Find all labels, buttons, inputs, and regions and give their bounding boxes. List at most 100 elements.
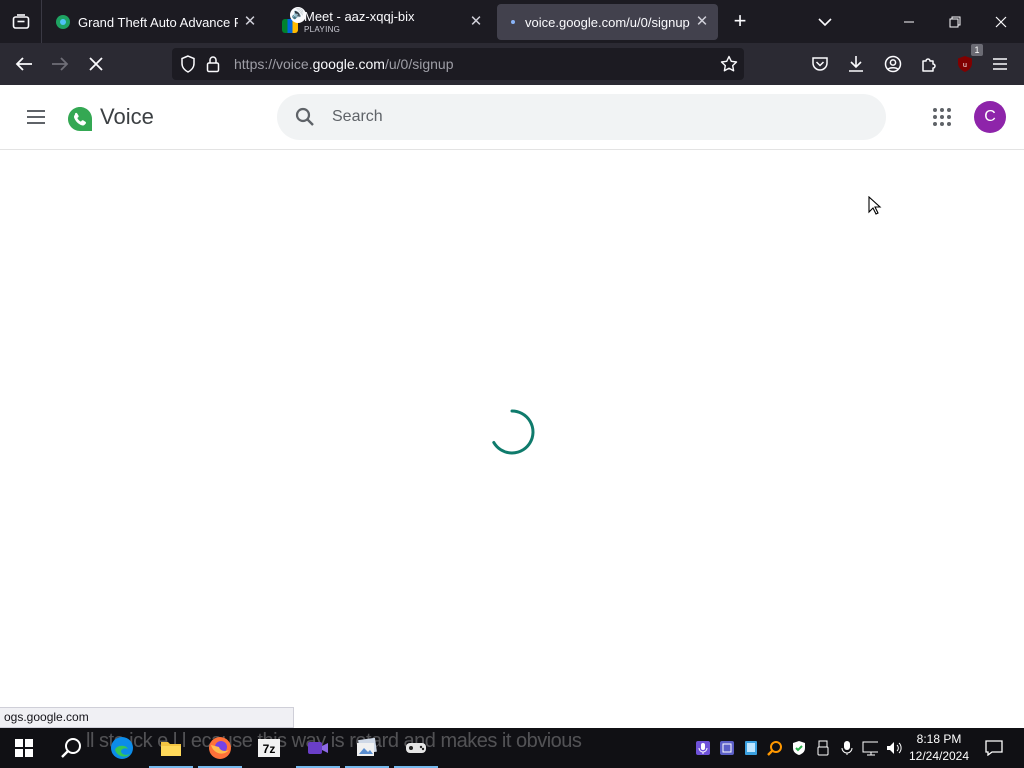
notifications-button[interactable]: [970, 728, 1018, 768]
hamburger-menu-icon: [993, 58, 1007, 70]
arrow-right-icon: [52, 57, 69, 71]
close-tab-icon[interactable]: ✕: [468, 14, 484, 30]
voice-app-header: Voice C: [0, 85, 1024, 150]
ublock-extension-button[interactable]: u 1: [953, 44, 983, 76]
taskbar-image-app[interactable]: [343, 728, 391, 768]
search-bar[interactable]: [277, 94, 886, 140]
search-input[interactable]: [332, 94, 852, 140]
clock-time: 8:18 PM: [916, 732, 962, 746]
chevron-down-icon: [818, 18, 832, 27]
tray-mic-app-icon[interactable]: [695, 739, 711, 757]
tray-tablet-icon[interactable]: [743, 739, 759, 757]
taskbar-edge[interactable]: [98, 728, 146, 768]
tab-title: Grand Theft Auto Advance ROM: [78, 14, 238, 30]
meet-favicon-icon: 🔊: [282, 7, 306, 37]
extension-badge-count: 1: [971, 44, 983, 56]
lock-icon[interactable]: [206, 55, 220, 78]
apps-grid-icon: [933, 108, 951, 126]
downloads-button[interactable]: [844, 52, 868, 76]
windows-logo-icon: [15, 739, 33, 757]
stop-loading-button[interactable]: [84, 52, 108, 76]
stop-icon: [89, 57, 103, 71]
close-tab-icon[interactable]: ✕: [694, 14, 710, 30]
gamepad-icon: [406, 743, 426, 753]
close-window-button[interactable]: [978, 0, 1024, 43]
tray-security-shield-icon[interactable]: [791, 739, 807, 757]
windows-taskbar: ll sto ick e l l ecause this way is reta…: [0, 728, 1024, 768]
close-tab-icon[interactable]: ✕: [242, 14, 258, 30]
loading-spinner: [488, 408, 536, 456]
video-camera-icon: [308, 742, 328, 754]
puzzle-icon: [922, 58, 936, 72]
extensions-button[interactable]: [917, 52, 941, 76]
browser-tab-strip: Grand Theft Auto Advance ROM ✕ 🔊 Meet - …: [0, 0, 1024, 43]
forward-button[interactable]: [48, 52, 72, 76]
app-name: Voice: [100, 104, 154, 129]
tray-windows-app-icon[interactable]: [719, 739, 735, 757]
tracking-protection-icon[interactable]: [180, 55, 196, 78]
start-button[interactable]: [0, 728, 48, 768]
restore-button[interactable]: [932, 0, 978, 43]
notification-icon: [985, 740, 1003, 756]
account-circle-icon: [884, 55, 902, 73]
seven-zip-icon: 7z: [258, 739, 280, 757]
list-all-tabs-button[interactable]: [815, 12, 835, 32]
tray-network-icon[interactable]: [862, 739, 878, 757]
firefox-icon: [209, 737, 231, 759]
minimize-icon: [904, 21, 914, 22]
tray-microphone-icon[interactable]: [839, 739, 855, 757]
pocket-icon: [812, 57, 828, 71]
clock-date: 12/24/2024: [908, 749, 970, 763]
tab-list-button[interactable]: [0, 0, 42, 43]
account-avatar[interactable]: C: [974, 101, 1006, 133]
google-apps-button[interactable]: [930, 105, 954, 129]
tab-gta-rom[interactable]: Grand Theft Auto Advance ROM ✕: [46, 4, 266, 40]
voice-logo-icon[interactable]: [66, 105, 94, 133]
tab-meet[interactable]: 🔊 Meet - aaz-xqqj-bix PLAYING ✕: [272, 4, 492, 40]
taskbar-firefox[interactable]: [196, 728, 244, 768]
arrow-left-icon: [15, 57, 32, 71]
close-icon: [995, 16, 1007, 27]
link-status-bar: ogs.google.com: [0, 707, 294, 728]
tab-playing-label: PLAYING: [304, 24, 341, 34]
taskbar-game-app[interactable]: [392, 728, 440, 768]
main-menu-button[interactable]: [24, 105, 48, 129]
svg-text:7z: 7z: [263, 742, 276, 756]
tray-volume-icon[interactable]: [886, 739, 902, 757]
account-button[interactable]: [881, 52, 905, 76]
bookmark-star-icon[interactable]: [720, 55, 738, 78]
taskbar-search-button[interactable]: [48, 728, 96, 768]
taskbar-file-explorer[interactable]: [147, 728, 195, 768]
folder-icon: [161, 742, 181, 756]
tab-favicon-icon: [56, 15, 70, 29]
loading-dot-icon: [511, 20, 515, 24]
hamburger-menu-icon: [27, 110, 45, 124]
taskbar-clock[interactable]: 8:18 PM 12/24/2024: [906, 731, 972, 765]
speaker-playing-icon[interactable]: 🔊: [290, 7, 306, 23]
tab-title: voice.google.com/u/0/signup: [525, 14, 690, 30]
ublock-shield-icon: u: [958, 56, 972, 72]
restore-icon: [949, 16, 961, 27]
tab-overview-icon: [12, 13, 29, 29]
tab-voice-signup[interactable]: voice.google.com/u/0/signup ✕: [497, 4, 718, 40]
minimize-button[interactable]: [886, 0, 932, 43]
tab-title: Meet - aaz-xqqj-bix: [304, 9, 415, 24]
tray-usb-icon[interactable]: [815, 739, 831, 757]
svg-text:u: u: [963, 62, 967, 69]
back-button[interactable]: [12, 52, 36, 76]
new-tab-button[interactable]: +: [728, 9, 752, 33]
address-bar[interactable]: https://voice.google.com/u/0/signup: [172, 48, 744, 80]
pocket-button[interactable]: [808, 52, 832, 76]
download-icon: [849, 56, 863, 72]
taskbar-7zip[interactable]: 7z: [245, 728, 293, 768]
photos-icon: [357, 738, 377, 756]
navigation-toolbar: https://voice.google.com/u/0/signup u 1: [0, 43, 1024, 85]
search-icon[interactable]: [293, 105, 317, 129]
edge-browser-icon: [111, 737, 133, 759]
app-menu-button[interactable]: [988, 52, 1012, 76]
mouse-pointer-icon: [868, 195, 882, 216]
url-text[interactable]: https://voice.google.com/u/0/signup: [234, 56, 453, 72]
search-icon: [61, 738, 81, 758]
tray-search-app-icon[interactable]: [767, 739, 783, 757]
taskbar-video-app[interactable]: [294, 728, 342, 768]
